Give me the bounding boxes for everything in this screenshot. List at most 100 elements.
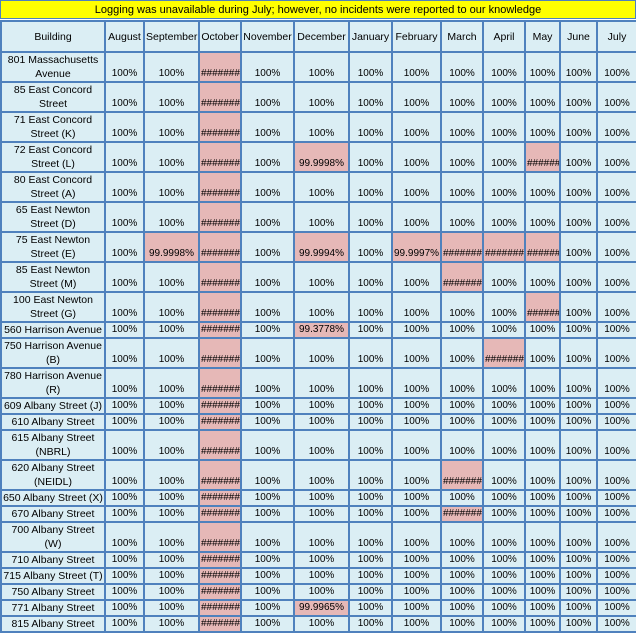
uptime-cell: 100% bbox=[350, 617, 391, 631]
table-row: 750 Harrison Avenue (B) 100% 100% ####### 10… bbox=[2, 339, 636, 367]
uptime-cell: 100% bbox=[295, 53, 348, 81]
uptime-cell: 100% bbox=[106, 293, 143, 321]
uptime-cell: 100% bbox=[145, 203, 198, 231]
uptime-cell: 99.3778% bbox=[295, 323, 348, 337]
uptime-cell: 100% bbox=[295, 569, 348, 583]
uptime-cell: 100% bbox=[106, 143, 143, 171]
building-name: 815 Albany Street bbox=[2, 617, 104, 631]
column-header-november: November bbox=[242, 22, 293, 51]
uptime-cell: 100% bbox=[598, 569, 636, 583]
uptime-cell: 100% bbox=[526, 461, 559, 489]
column-header-june: June bbox=[561, 22, 596, 51]
column-header-september: September bbox=[145, 22, 198, 51]
uptime-cell: 100% bbox=[145, 53, 198, 81]
uptime-cell: 100% bbox=[393, 431, 440, 459]
uptime-cell: 100% bbox=[145, 523, 198, 551]
uptime-cell: 100% bbox=[393, 617, 440, 631]
uptime-cell: 100% bbox=[561, 113, 596, 141]
uptime-cell: ####### bbox=[442, 233, 482, 261]
uptime-cell: 100% bbox=[442, 293, 482, 321]
uptime-cell: ####### bbox=[442, 263, 482, 291]
uptime-cell: 100% bbox=[242, 491, 293, 505]
uptime-cell: 100% bbox=[561, 523, 596, 551]
uptime-cell: 100% bbox=[106, 553, 143, 567]
uptime-cell: 100% bbox=[106, 399, 143, 413]
uptime-cell: ####### bbox=[200, 203, 240, 231]
uptime-cell: 100% bbox=[526, 569, 559, 583]
uptime-cell: ####### bbox=[200, 431, 240, 459]
uptime-cell: 100% bbox=[145, 293, 198, 321]
uptime-cell: 100% bbox=[393, 53, 440, 81]
uptime-cell: 100% bbox=[598, 507, 636, 521]
uptime-cell: 100% bbox=[295, 617, 348, 631]
uptime-cell: 100% bbox=[242, 617, 293, 631]
uptime-cell: 100% bbox=[561, 585, 596, 599]
uptime-cell: ####### bbox=[200, 399, 240, 413]
uptime-cell: 100% bbox=[526, 491, 559, 505]
uptime-cell: 100% bbox=[526, 339, 559, 367]
uptime-cell: 100% bbox=[526, 601, 559, 615]
uptime-cell: 100% bbox=[295, 173, 348, 201]
column-header-december: December bbox=[295, 22, 348, 51]
uptime-cell: 100% bbox=[295, 339, 348, 367]
uptime-cell: 100% bbox=[106, 585, 143, 599]
table-row: 71 East Concord Street (K) 100% 100% ######… bbox=[2, 113, 636, 141]
uptime-cell: 100% bbox=[350, 399, 391, 413]
uptime-cell: 100% bbox=[106, 113, 143, 141]
uptime-cell: 100% bbox=[242, 263, 293, 291]
uptime-cell: 100% bbox=[295, 553, 348, 567]
building-name: 780 Harrison Avenue (R) bbox=[2, 369, 104, 397]
table-row: 801 Massachusetts Avenue 100% 100% ####### 1… bbox=[2, 53, 636, 81]
uptime-table: Building August September October November De… bbox=[0, 20, 636, 633]
uptime-cell: 100% bbox=[350, 431, 391, 459]
uptime-cell: ####### bbox=[200, 323, 240, 337]
uptime-cell: 100% bbox=[598, 53, 636, 81]
uptime-cell: 100% bbox=[598, 113, 636, 141]
table-row: 610 Albany Street 100% 100% ####### 100% 100%… bbox=[2, 415, 636, 429]
uptime-cell: 100% bbox=[242, 369, 293, 397]
uptime-cell: 100% bbox=[442, 569, 482, 583]
uptime-cell: 100% bbox=[484, 461, 524, 489]
uptime-cell: 100% bbox=[484, 569, 524, 583]
uptime-cell: 100% bbox=[242, 461, 293, 489]
uptime-cell: 100% bbox=[393, 415, 440, 429]
uptime-cell: 100% bbox=[242, 553, 293, 567]
uptime-cell: 100% bbox=[484, 83, 524, 111]
table-row: 771 Albany Street 100% 100% ####### 100% 99.9… bbox=[2, 601, 636, 615]
uptime-cell: 100% bbox=[242, 569, 293, 583]
uptime-cell: 100% bbox=[526, 617, 559, 631]
table-row: 815 Albany Street 100% 100% ####### 100% 100%… bbox=[2, 617, 636, 631]
uptime-cell: ####### bbox=[200, 263, 240, 291]
building-name: 610 Albany Street bbox=[2, 415, 104, 429]
uptime-cell: 100% bbox=[598, 553, 636, 567]
uptime-cell: 99.9998% bbox=[295, 143, 348, 171]
uptime-cell: 100% bbox=[106, 323, 143, 337]
uptime-cell: 100% bbox=[350, 113, 391, 141]
uptime-cell: 100% bbox=[598, 143, 636, 171]
uptime-cell: 100% bbox=[561, 601, 596, 615]
uptime-cell: 100% bbox=[242, 507, 293, 521]
uptime-cell: 100% bbox=[295, 113, 348, 141]
uptime-cell: 100% bbox=[106, 83, 143, 111]
uptime-cell: 100% bbox=[561, 617, 596, 631]
uptime-cell: 100% bbox=[242, 233, 293, 261]
uptime-cell: 100% bbox=[295, 83, 348, 111]
uptime-cell: 100% bbox=[442, 113, 482, 141]
uptime-cell: 100% bbox=[393, 173, 440, 201]
uptime-cell: 100% bbox=[242, 293, 293, 321]
uptime-cell: ####### bbox=[200, 339, 240, 367]
column-header-may: May bbox=[526, 22, 559, 51]
building-name: 71 East Concord Street (K) bbox=[2, 113, 104, 141]
table-row: 615 Albany Street (NBRL) 100% 100% ####### 1… bbox=[2, 431, 636, 459]
uptime-cell: 100% bbox=[561, 339, 596, 367]
uptime-cell: 100% bbox=[484, 491, 524, 505]
uptime-cell: 100% bbox=[350, 491, 391, 505]
uptime-cell: 100% bbox=[106, 203, 143, 231]
uptime-cell: 100% bbox=[598, 585, 636, 599]
uptime-cell: 100% bbox=[106, 431, 143, 459]
uptime-cell: 100% bbox=[442, 491, 482, 505]
uptime-cell: 100% bbox=[145, 369, 198, 397]
uptime-cell: 100% bbox=[598, 203, 636, 231]
uptime-cell: 100% bbox=[393, 523, 440, 551]
uptime-cell: 100% bbox=[350, 507, 391, 521]
